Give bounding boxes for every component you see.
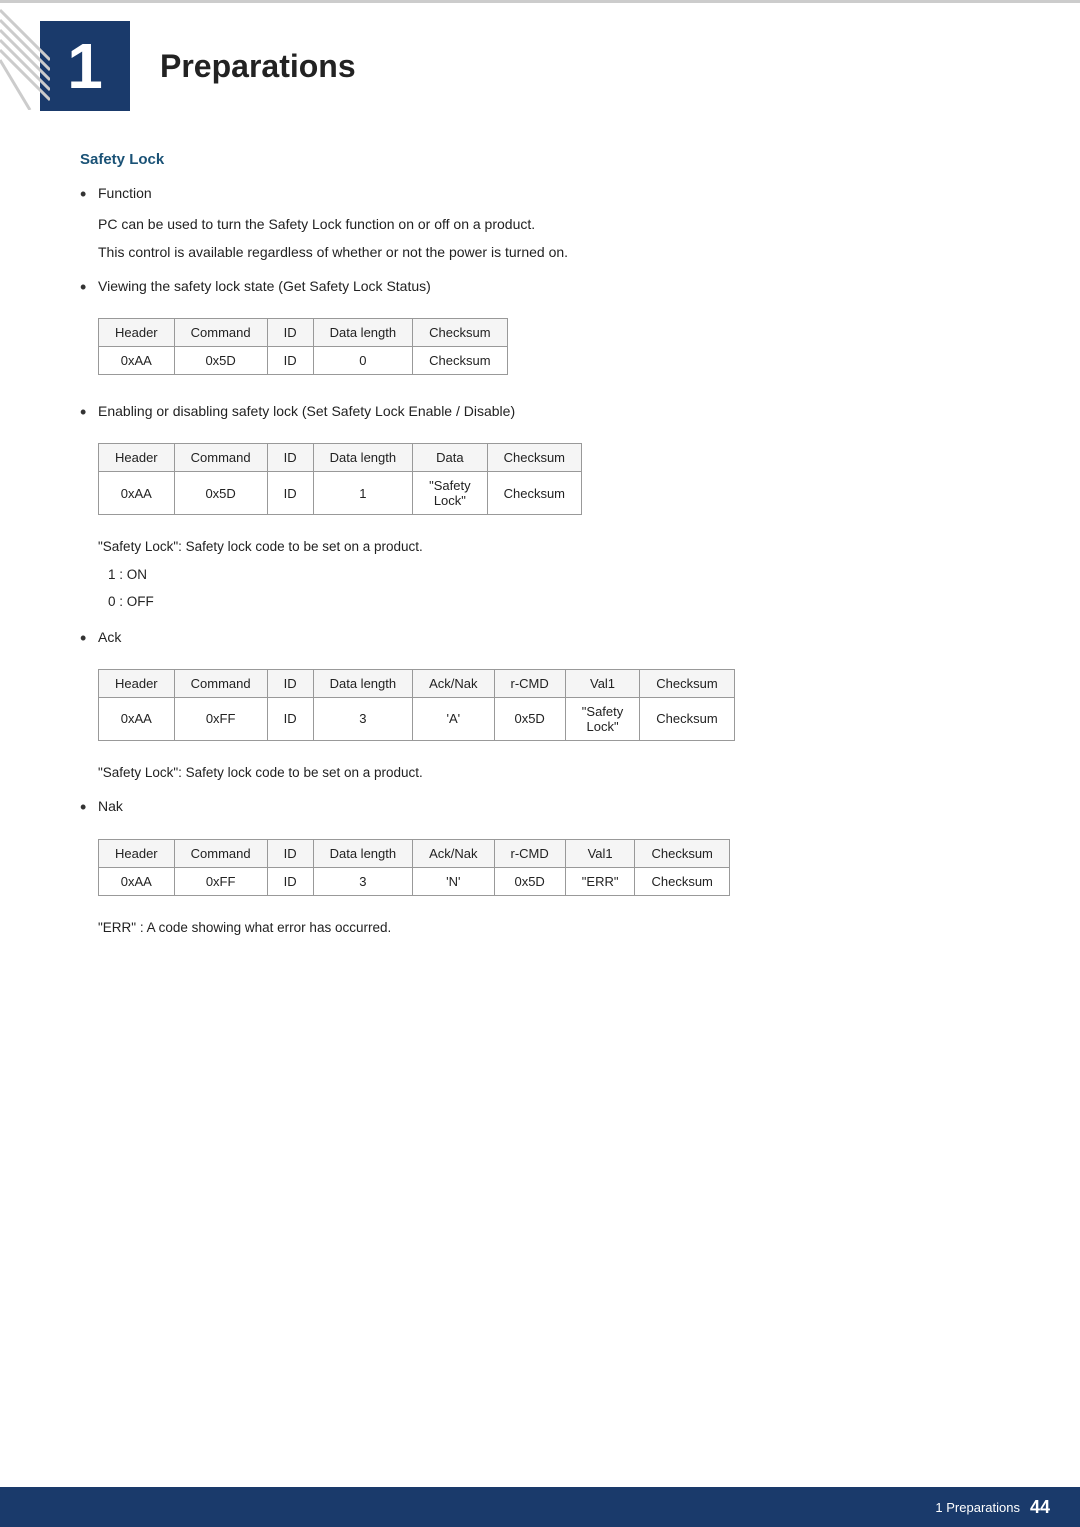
table1-wrapper: Header Command ID Data length Checksum 0… xyxy=(98,318,508,375)
t2-r1-c2: 0x5D xyxy=(174,472,267,515)
bullet-dot-2: • xyxy=(80,275,98,300)
t1-r1-c5: Checksum xyxy=(413,346,507,374)
bullet-dot-1: • xyxy=(80,182,98,207)
t3-r1-c2: 0xFF xyxy=(174,697,267,740)
function-desc-1: PC can be used to turn the Safety Lock f… xyxy=(98,213,1000,237)
t4-r1-c6: 0x5D xyxy=(494,867,565,895)
t4-h1: Header xyxy=(99,839,175,867)
t4-h8: Checksum xyxy=(635,839,729,867)
t2-r1-c3: ID xyxy=(267,472,313,515)
bullet-ack: • Ack xyxy=(80,626,1000,651)
bullet-function: • Function xyxy=(80,182,1000,207)
function-desc-2: This control is available regardless of … xyxy=(98,241,1000,265)
page-number: 44 xyxy=(1030,1497,1050,1518)
t2-h5: Data xyxy=(413,444,487,472)
t4-r1-c5: 'N' xyxy=(413,867,494,895)
bullet-ack-text: Ack xyxy=(98,626,1000,648)
main-content: Safety Lock • Function PC can be used to… xyxy=(0,151,1080,1004)
t3-h6: r-CMD xyxy=(494,669,565,697)
t1-h2: Command xyxy=(174,318,267,346)
t3-h3: ID xyxy=(267,669,313,697)
t3-r1-c1: 0xAA xyxy=(99,697,175,740)
t4-h4: Data length xyxy=(313,839,413,867)
t2-h2: Command xyxy=(174,444,267,472)
t2-h6: Checksum xyxy=(487,444,581,472)
bullet-dot-4: • xyxy=(80,626,98,651)
one-on: 1 : ON xyxy=(108,564,1000,587)
zero-off: 0 : OFF xyxy=(108,591,1000,614)
t2-h1: Header xyxy=(99,444,175,472)
t3-h4: Data length xyxy=(313,669,413,697)
table1: Header Command ID Data length Checksum 0… xyxy=(98,318,508,375)
table-row: 0xAA 0xFF ID 3 'N' 0x5D "ERR" Checksum xyxy=(99,867,730,895)
t3-r1-c5: 'A' xyxy=(413,697,494,740)
chapter-header: 1 Preparations xyxy=(0,0,1080,121)
section-title: Safety Lock xyxy=(80,151,1000,168)
t2-r1-c4: 1 xyxy=(313,472,413,515)
t2-h3: ID xyxy=(267,444,313,472)
top-decoration xyxy=(0,0,50,110)
bullet-enabling: • Enabling or disabling safety lock (Set… xyxy=(80,400,1000,425)
t4-r1-c8: Checksum xyxy=(635,867,729,895)
bullet-nak-text: Nak xyxy=(98,795,1000,817)
t1-h1: Header xyxy=(99,318,175,346)
table-row: 0xAA 0x5D ID 0 Checksum xyxy=(99,346,508,374)
t1-r1-c2: 0x5D xyxy=(174,346,267,374)
t3-r1-c6: 0x5D xyxy=(494,697,565,740)
err-note: "ERR" : A code showing what error has oc… xyxy=(98,917,1000,939)
t2-h4: Data length xyxy=(313,444,413,472)
t1-r1-c1: 0xAA xyxy=(99,346,175,374)
bullet-viewing-text: Viewing the safety lock state (Get Safet… xyxy=(98,275,1000,297)
bullet-dot-5: • xyxy=(80,795,98,820)
table2: Header Command ID Data length Data Check… xyxy=(98,443,582,515)
t4-r1-c3: ID xyxy=(267,867,313,895)
safety-lock-note-2: "Safety Lock": Safety lock code to be se… xyxy=(98,762,1000,784)
chapter-title: Preparations xyxy=(150,21,356,111)
bullet-enabling-text: Enabling or disabling safety lock (Set S… xyxy=(98,400,1000,422)
t4-r1-c1: 0xAA xyxy=(99,867,175,895)
table3: Header Command ID Data length Ack/Nak r-… xyxy=(98,669,735,741)
t4-r1-c4: 3 xyxy=(313,867,413,895)
t4-h5: Ack/Nak xyxy=(413,839,494,867)
t2-r1-c5: "SafetyLock" xyxy=(413,472,487,515)
t3-r1-c8: Checksum xyxy=(640,697,734,740)
table2-wrapper: Header Command ID Data length Data Check… xyxy=(98,443,582,515)
t3-h1: Header xyxy=(99,669,175,697)
table-row: 0xAA 0x5D ID 1 "SafetyLock" Checksum xyxy=(99,472,582,515)
t1-r1-c3: ID xyxy=(267,346,313,374)
t1-r1-c4: 0 xyxy=(313,346,413,374)
t1-h4: Data length xyxy=(313,318,413,346)
bullet-dot-3: • xyxy=(80,400,98,425)
table-row: 0xAA 0xFF ID 3 'A' 0x5D "SafetyLock" Che… xyxy=(99,697,735,740)
t4-h6: r-CMD xyxy=(494,839,565,867)
t4-r1-c7: "ERR" xyxy=(565,867,635,895)
table4-wrapper: Header Command ID Data length Ack/Nak r-… xyxy=(98,839,730,896)
t3-r1-c4: 3 xyxy=(313,697,413,740)
t3-h8: Checksum xyxy=(640,669,734,697)
bullet-function-text: Function xyxy=(98,182,1000,204)
t1-h3: ID xyxy=(267,318,313,346)
safety-lock-note-1: "Safety Lock": Safety lock code to be se… xyxy=(98,536,1000,558)
page-footer: 1 Preparations 44 xyxy=(0,1487,1080,1527)
t3-h7: Val1 xyxy=(565,669,639,697)
t4-h2: Command xyxy=(174,839,267,867)
bullet-viewing: • Viewing the safety lock state (Get Saf… xyxy=(80,275,1000,300)
t4-h7: Val1 xyxy=(565,839,635,867)
t4-h3: ID xyxy=(267,839,313,867)
bullet-nak: • Nak xyxy=(80,795,1000,820)
table3-wrapper: Header Command ID Data length Ack/Nak r-… xyxy=(98,669,735,741)
t3-h2: Command xyxy=(174,669,267,697)
t3-h5: Ack/Nak xyxy=(413,669,494,697)
t3-r1-c7: "SafetyLock" xyxy=(565,697,639,740)
t4-r1-c2: 0xFF xyxy=(174,867,267,895)
table4: Header Command ID Data length Ack/Nak r-… xyxy=(98,839,730,896)
footer-label: 1 Preparations xyxy=(935,1500,1020,1515)
t2-r1-c6: Checksum xyxy=(487,472,581,515)
t1-h5: Checksum xyxy=(413,318,507,346)
t3-r1-c3: ID xyxy=(267,697,313,740)
t2-r1-c1: 0xAA xyxy=(99,472,175,515)
chapter-number: 1 xyxy=(40,21,130,111)
